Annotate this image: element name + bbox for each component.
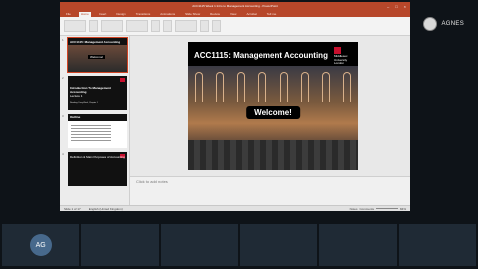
logo-icon [334, 47, 341, 54]
thumbnail-image[interactable]: Introduction To Management Accounting Le… [67, 76, 127, 110]
ribbon [60, 17, 410, 36]
tab-tell-me[interactable]: Tell me [265, 12, 279, 17]
presenter-chip[interactable]: AGNES [423, 17, 464, 31]
thumbnail-welcome: Welcome! [87, 55, 106, 59]
thumbnail-number: 2 [62, 76, 64, 80]
logo-icon [120, 78, 125, 82]
notes-pane[interactable]: Click to add notes [130, 176, 410, 205]
thumbnail-2[interactable]: 2 Introduction To Management Accounting … [62, 76, 127, 110]
notes-placeholder: Click to add notes [136, 179, 168, 184]
paragraph-group[interactable] [126, 20, 148, 32]
presenter-avatar [423, 17, 438, 31]
tab-file[interactable]: File [64, 12, 73, 17]
tab-transitions[interactable]: Transitions [134, 12, 153, 17]
status-bar: Slide 1 of 17 English (United Kingdom) N… [60, 205, 410, 211]
thumbnail-title: Outline [67, 114, 127, 121]
new-slide-button[interactable] [89, 20, 98, 32]
text-line [70, 125, 111, 126]
participant-tile[interactable] [398, 224, 476, 266]
find-button[interactable] [200, 20, 209, 32]
text-line [70, 140, 111, 141]
powerpoint-window: ACC1115 Week 1 Intro to Management Accou… [60, 2, 410, 211]
arches [188, 72, 358, 102]
thumbnail-image[interactable]: Outline [67, 114, 127, 148]
tab-slide-show[interactable]: Slide Show [183, 12, 202, 17]
thumbnail-number: 3 [62, 114, 64, 118]
thumbnail-number: 1 [62, 38, 64, 42]
university-logo: Middlesex University London [334, 47, 354, 66]
zoom-slider[interactable] [375, 208, 398, 209]
arch [194, 72, 203, 102]
window-title: ACC1115 Week 1 Intro to Management Accou… [192, 4, 278, 8]
logo-text: Middlesex University London [334, 54, 354, 66]
font-group[interactable] [101, 20, 123, 32]
tab-acrobat[interactable]: Acrobat [244, 12, 258, 17]
presenter-name: AGNES [441, 21, 464, 27]
current-slide[interactable]: ACC1115: Management Accounting Middlesex… [188, 42, 358, 170]
drawing-group[interactable] [175, 20, 197, 32]
arch [322, 72, 331, 102]
thumbnail-image[interactable]: Definition & Main Purposes of Accounting [67, 152, 127, 186]
quick-styles-button[interactable] [163, 20, 172, 32]
participant-tile[interactable] [160, 224, 238, 266]
arch [343, 72, 352, 102]
tab-insert[interactable]: Insert [97, 12, 109, 17]
comments-button[interactable]: Comments [359, 207, 374, 211]
thumbnail-title: ACC1115: Management Accounting [69, 40, 121, 44]
slide-editor[interactable]: ACC1115: Management Accounting Middlesex… [130, 36, 410, 205]
workspace: 1 ACC1115: Management Accounting Welcome… [60, 36, 410, 205]
participant-tile[interactable]: AG [2, 224, 80, 266]
title-bar: ACC1115 Week 1 Intro to Management Accou… [60, 2, 410, 10]
tab-animations[interactable]: Animations [158, 12, 177, 17]
thumbnail-title: Introduction To Management Accounting [69, 86, 111, 94]
thumbnail-number: 4 [62, 152, 64, 156]
tab-design[interactable]: Design [114, 12, 127, 17]
zoom-level[interactable]: 84% [400, 207, 406, 211]
meeting-view: AGNES ACC1115 Week 1 Intro to Management… [0, 0, 478, 269]
notes-button[interactable]: Notes [350, 207, 358, 211]
zoom-control[interactable]: Notes Comments 84% [350, 207, 406, 211]
thumbnail-subtitle: Lecture 1 [69, 94, 83, 98]
thumbnail-image[interactable]: ACC1115: Management Accounting Welcome! [66, 37, 129, 73]
thumbnail-body: Introduction To Management Accounting Le… [70, 86, 127, 98]
participant-tile[interactable] [319, 224, 397, 266]
floor [188, 140, 358, 170]
tab-home[interactable]: Home [78, 12, 91, 17]
text-line [70, 128, 111, 129]
slide-thumbnails[interactable]: 1 ACC1115: Management Accounting Welcome… [60, 36, 130, 205]
text-line [70, 134, 111, 135]
tab-view[interactable]: View [228, 12, 238, 17]
arrange-button[interactable] [151, 20, 160, 32]
participant-avatar: AG [29, 234, 52, 256]
participant-strip: AG [0, 224, 478, 269]
arch [237, 72, 246, 102]
slide-counter: Slide 1 of 17 [64, 206, 81, 211]
participant-tile[interactable] [239, 224, 318, 266]
welcome-banner[interactable]: Welcome! [246, 106, 300, 119]
create-pdf-button[interactable] [212, 20, 221, 32]
language-indicator[interactable]: English (United Kingdom) [89, 207, 123, 211]
arch [215, 72, 224, 102]
thumbnail-reading: Reading: Drury/Seal, Chapter 1 [69, 102, 98, 104]
logo-line: London [334, 61, 345, 65]
thumbnail-title: Definition & Main Purposes of Accounting [69, 155, 125, 159]
thumbnail-4[interactable]: 4 Definition & Main Purposes of Accounti… [62, 152, 127, 186]
arch [279, 72, 288, 102]
participant-tile[interactable] [81, 224, 159, 266]
thumbnail-3[interactable]: 3 Outline [62, 114, 127, 148]
paste-button[interactable] [64, 20, 86, 32]
arch [300, 72, 309, 102]
arch [258, 72, 267, 102]
thumbnail-1[interactable]: 1 ACC1115: Management Accounting Welcome… [62, 37, 129, 73]
tab-review[interactable]: Review [208, 12, 222, 17]
text-line [70, 131, 111, 132]
ribbon-tabs: File Home Insert Design Transitions Anim… [60, 10, 410, 17]
slide-title[interactable]: ACC1115: Management Accounting [194, 51, 328, 60]
text-line [70, 137, 111, 138]
